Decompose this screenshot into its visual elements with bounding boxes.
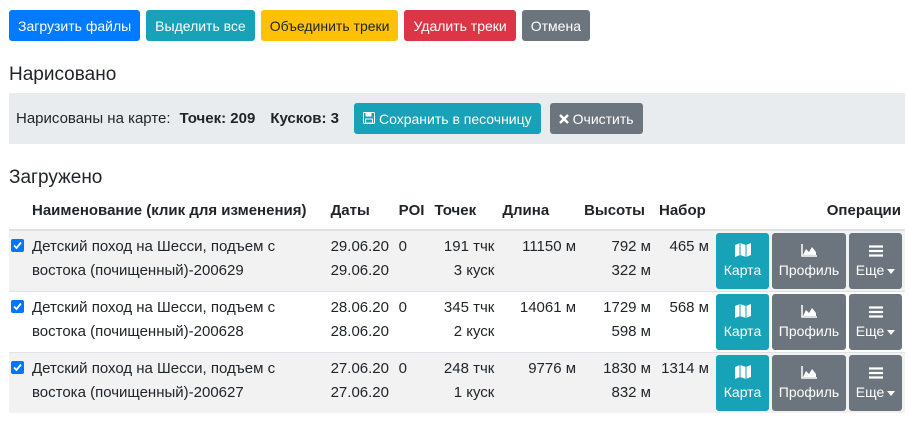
area-chart-icon — [801, 365, 817, 383]
col-points: Точек — [430, 199, 499, 231]
track-ascent: 465 м — [655, 229, 713, 292]
track-name[interactable]: Детский поход на Шесси, подъем с востока… — [32, 360, 275, 401]
select-all-button[interactable]: Выделить все — [146, 10, 255, 41]
col-heights: Высоты — [580, 199, 655, 231]
merge-tracks-button[interactable]: Объединить треки — [260, 10, 399, 41]
caret-down-icon — [887, 390, 896, 396]
col-operations: Операции — [713, 199, 905, 231]
profile-button[interactable]: Профиль — [772, 355, 846, 411]
more-button[interactable]: Еще — [849, 294, 902, 350]
cancel-button[interactable]: Отмена — [521, 10, 590, 41]
track-length: 9776 м — [498, 352, 581, 413]
track-heights: 792 м 322 м — [580, 229, 655, 292]
area-chart-icon — [801, 243, 817, 261]
drawn-heading: Нарисовано — [9, 64, 117, 85]
profile-button[interactable]: Профиль — [772, 294, 846, 350]
col-poi: POI — [394, 199, 431, 231]
track-heights: 1729 м 598 м — [580, 291, 655, 353]
map-icon — [734, 304, 751, 322]
drawn-panel: Нарисованы на карте: Точек: 209 Кусков: … — [9, 93, 905, 144]
track-name-cell[interactable]: Детский поход на Шесси, подъем с востока… — [9, 291, 327, 353]
track-length: 14061 м — [498, 291, 581, 353]
menu-icon — [868, 365, 883, 383]
clear-button[interactable]: Очистить — [549, 103, 643, 134]
track-ascent: 568 м — [655, 291, 713, 353]
map-icon — [734, 243, 751, 261]
track-points: 248 тчк 1 куск — [430, 352, 499, 413]
map-button[interactable]: Карта — [716, 233, 769, 289]
track-ascent: 1314 м — [655, 352, 713, 413]
track-poi: 0 — [394, 229, 431, 292]
delete-tracks-button[interactable]: Удалить треки — [404, 10, 516, 41]
drawn-points: Точек: 209 — [179, 110, 256, 127]
toolbar: Загрузить файлы Выделить все Объединить … — [9, 10, 590, 41]
table-header: Наименование (клик для изменения) Даты P… — [9, 199, 905, 231]
checkbox-checked-icon[interactable] — [11, 361, 24, 374]
table-row: Детский поход на Шесси, подъем с востока… — [9, 352, 905, 413]
track-name[interactable]: Детский поход на Шесси, подъем с востока… — [32, 238, 275, 279]
checkbox-checked-icon[interactable] — [11, 239, 24, 252]
track-length: 11150 м — [498, 229, 581, 292]
clear-label: Очистить — [572, 110, 634, 127]
menu-icon — [868, 243, 883, 261]
checkbox-checked-icon[interactable] — [11, 300, 24, 313]
table-row: Детский поход на Шесси, подъем с востока… — [9, 229, 905, 292]
close-icon — [558, 109, 569, 129]
table-row: Детский поход на Шесси, подъем с востока… — [9, 291, 905, 353]
floppy-disk-icon — [362, 109, 375, 129]
more-button[interactable]: Еще — [849, 233, 902, 289]
track-heights: 1830 м 832 м — [580, 352, 655, 413]
caret-down-icon — [887, 268, 896, 274]
save-label: Сохранить в песочницу — [378, 110, 532, 127]
track-name[interactable]: Детский поход на Шесси, подъем с востока… — [32, 299, 275, 340]
area-chart-icon — [801, 304, 817, 322]
more-button[interactable]: Еще — [849, 355, 902, 411]
col-dates: Даты — [326, 199, 395, 231]
loaded-heading: Загружено — [9, 167, 103, 188]
track-name-cell[interactable]: Детский поход на Шесси, подъем с востока… — [9, 229, 327, 292]
track-dates: 28.06.20 28.06.20 — [326, 291, 395, 353]
track-poi: 0 — [394, 352, 431, 413]
track-poi: 0 — [394, 291, 431, 353]
track-points: 345 тчк 2 куск — [430, 291, 499, 353]
tracks-table: Наименование (клик для изменения) Даты P… — [9, 199, 905, 413]
map-icon — [734, 365, 751, 383]
track-dates: 27.06.20 27.06.20 — [326, 352, 395, 413]
map-button[interactable]: Карта — [716, 294, 769, 350]
caret-down-icon — [887, 329, 896, 335]
track-points: 191 тчк 3 куск — [430, 229, 499, 292]
save-to-sandbox-button[interactable]: Сохранить в песочницу — [353, 103, 541, 134]
upload-files-button[interactable]: Загрузить файлы — [9, 10, 141, 41]
drawn-label: Нарисованы на карте: — [16, 110, 171, 127]
drawn-pieces: Кусков: 3 — [270, 110, 339, 127]
profile-button[interactable]: Профиль — [772, 233, 846, 289]
track-dates: 29.06.20 29.06.20 — [326, 229, 395, 292]
track-name-cell[interactable]: Детский поход на Шесси, подъем с востока… — [9, 352, 327, 413]
col-length: Длина — [498, 199, 581, 231]
col-name[interactable]: Наименование (клик для изменения) — [9, 199, 327, 231]
col-ascent: Набор — [655, 199, 713, 231]
map-button[interactable]: Карта — [716, 355, 769, 411]
menu-icon — [868, 304, 883, 322]
